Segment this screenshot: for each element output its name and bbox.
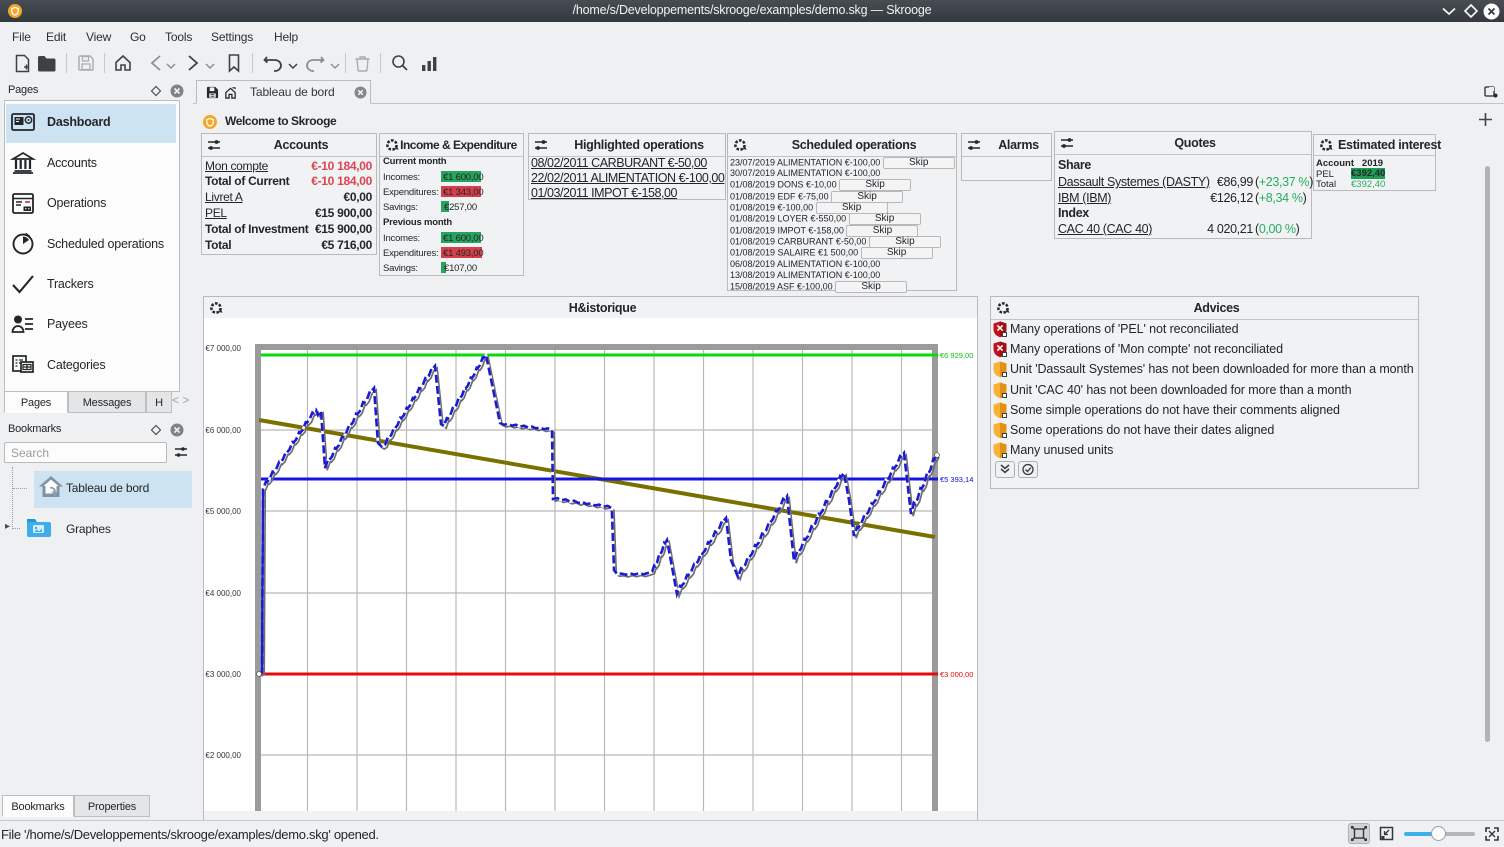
svg-text:€7 000,00: €7 000,00 <box>205 344 241 353</box>
svg-text:€5 393,14: €5 393,14 <box>940 475 973 484</box>
svg-text:€2 000,00: €2 000,00 <box>205 751 241 760</box>
svg-text:€6 000,00: €6 000,00 <box>205 426 241 435</box>
svg-text:€5 000,00: €5 000,00 <box>205 507 241 516</box>
svg-text:€3 000,00: €3 000,00 <box>205 670 241 679</box>
svg-text:€3 000,00: €3 000,00 <box>940 670 973 679</box>
svg-text:€6 929,00: €6 929,00 <box>940 351 973 360</box>
svg-text:€4 000,00: €4 000,00 <box>205 589 241 598</box>
